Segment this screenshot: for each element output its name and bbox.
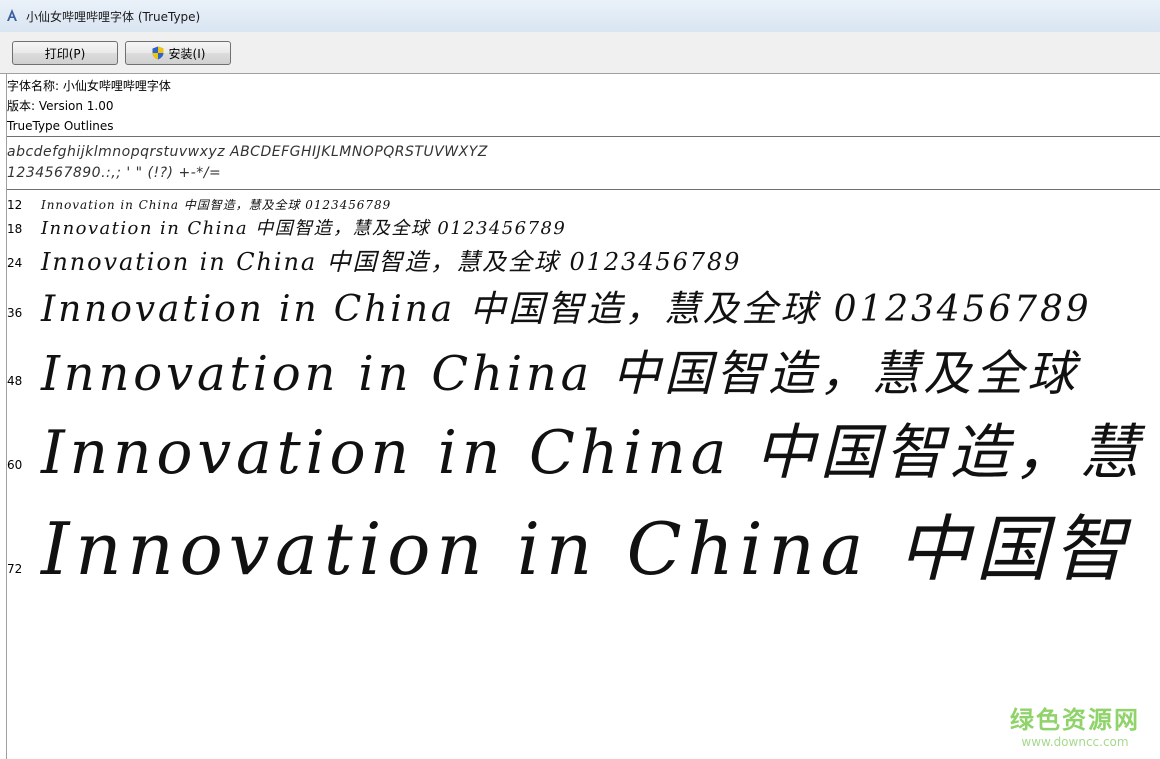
window-title: 小仙女哔哩哔哩字体 (TrueType): [26, 10, 201, 24]
sample-row-12: 12 Innovation in China 中国智造，慧及全球 0123456…: [7, 194, 1160, 216]
font-viewer-window: 小仙女哔哩哔哩字体 (TrueType) 打印(P) 安装(I) 字体名称: 小…: [0, 0, 1160, 759]
sample-row-36: 36 Innovation in China 中国智造，慧及全球 0123456…: [7, 276, 1160, 336]
sample-row-48: 48 Innovation in China 中国智造，慧及全球: [7, 332, 1160, 402]
install-button[interactable]: 安装(I): [125, 41, 231, 65]
sample-row-72: 72 Innovation in China 中国智: [7, 488, 1160, 588]
font-version-line: 版本: Version 1.00: [7, 99, 114, 113]
sample-size-label: 24: [7, 256, 23, 270]
charset-digits-symbols: 1234567890.:,; ' " (!?) +-*/=: [7, 165, 222, 181]
install-button-label: 安装(I): [168, 46, 206, 61]
divider: [7, 189, 1160, 190]
font-outline-type: TrueType Outlines: [7, 119, 114, 133]
divider: [7, 136, 1160, 137]
sample-row-60: 60 Innovation in China 中国智造，慧: [7, 400, 1160, 486]
print-button[interactable]: 打印(P): [12, 41, 118, 65]
sample-text: Innovation in China 中国智造，慧及全球 0123456789: [41, 248, 742, 276]
sample-text: Innovation in China 中国智造，慧及全球: [41, 346, 1079, 402]
site-watermark: 绿色资源网 www.downcc.com: [1010, 700, 1140, 749]
sample-size-label: 48: [7, 374, 23, 388]
sample-text: Innovation in China 中国智造，慧及全球 0123456789: [41, 198, 392, 212]
sample-size-label: 36: [7, 306, 23, 320]
sample-size-label: 72: [7, 562, 23, 576]
print-button-label: 打印(P): [44, 46, 86, 61]
watermark-site-name: 绿色资源网: [1010, 706, 1140, 734]
sample-row-24: 24 Innovation in China 中国智造，慧及全球 0123456…: [7, 240, 1160, 278]
sample-size-label: 12: [7, 198, 23, 212]
sample-text: Innovation in China 中国智造，慧及全球 0123456789: [41, 218, 567, 239]
font-app-icon: [7, 9, 17, 21]
sample-size-label: 18: [7, 222, 23, 236]
sample-size-label: 60: [7, 458, 23, 472]
font-info: 字体名称: 小仙女哔哩哔哩字体 版本: Version 1.00 TrueTyp…: [7, 76, 171, 136]
toolbar: 打印(P) 安装(I): [0, 32, 1160, 74]
sample-text: Innovation in China 中国智造，慧: [41, 418, 1144, 486]
title-bar[interactable]: 小仙女哔哩哔哩字体 (TrueType): [0, 0, 1160, 33]
charset-letters: abcdefghijklmnopqrstuvwxyz ABCDEFGHIJKLM…: [7, 144, 488, 160]
sample-text: Innovation in China 中国智: [41, 507, 1132, 588]
uac-shield-icon: [152, 46, 164, 60]
font-name-line: 字体名称: 小仙女哔哩哔哩字体: [7, 79, 171, 93]
sample-text: Innovation in China 中国智造，慧及全球 0123456789: [41, 289, 1092, 330]
watermark-url: www.downcc.com: [1021, 735, 1129, 749]
font-preview-area[interactable]: 字体名称: 小仙女哔哩哔哩字体 版本: Version 1.00 TrueTyp…: [6, 74, 1160, 759]
